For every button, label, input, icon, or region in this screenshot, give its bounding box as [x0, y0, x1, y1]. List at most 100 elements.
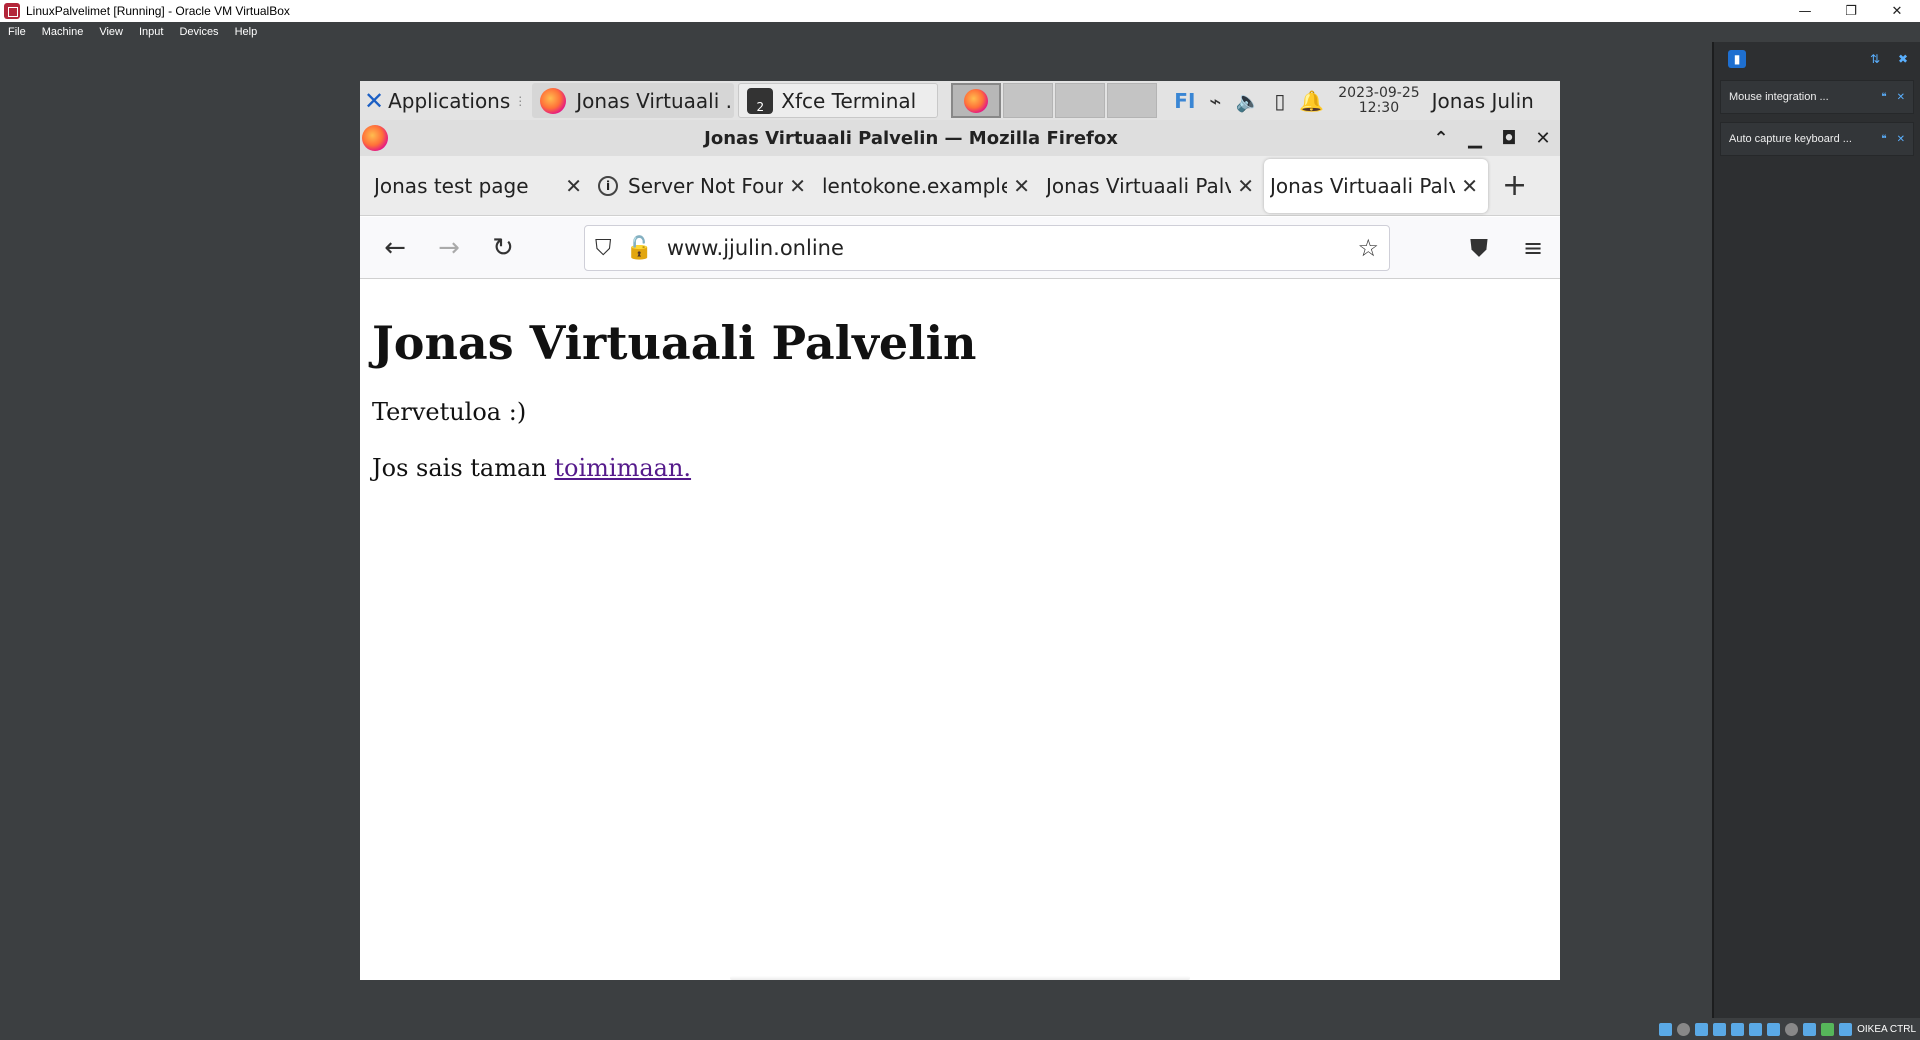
firefox-icon: [362, 125, 388, 151]
host-statusbar: OIKEA CTRL: [0, 1018, 1920, 1040]
menu-view[interactable]: View: [91, 26, 131, 38]
workspace-3[interactable]: [1055, 83, 1106, 118]
menu-file[interactable]: File: [0, 26, 34, 38]
applications-menu[interactable]: ✕ Applications ⋮: [360, 81, 530, 120]
clock[interactable]: 2023-09-25 12:30: [1338, 84, 1420, 116]
forward-button[interactable]: →: [422, 233, 476, 263]
host-menubar: File Machine View Input Devices Help: [0, 22, 1920, 42]
reload-button[interactable]: ↻: [476, 233, 530, 263]
close-icon[interactable]: ✕: [1897, 134, 1905, 145]
notification-toolbar: ▮ ⇅ ✖: [1714, 42, 1920, 76]
firefox-titlebar: Jonas Virtuaali Palvelin — Mozilla Firef…: [360, 120, 1560, 156]
bookmark-star-icon[interactable]: ☆: [1357, 234, 1379, 262]
tracking-protection-icon[interactable]: ⛉: [595, 236, 612, 261]
close-icon[interactable]: ✕: [1897, 92, 1905, 103]
minimize-button[interactable]: —: [1782, 0, 1828, 22]
notification-mouse-integration[interactable]: Mouse integration ... ❝ ✕: [1720, 80, 1914, 114]
close-tab-icon[interactable]: ✕: [565, 174, 582, 198]
optical-drive-icon[interactable]: [1677, 1022, 1691, 1036]
chevron-up-icon[interactable]: ⌃: [1424, 128, 1458, 149]
mouse-integration-icon[interactable]: [1839, 1022, 1853, 1036]
guest-additions-icon[interactable]: [1821, 1022, 1835, 1036]
hard-disk-icon[interactable]: [1659, 1022, 1673, 1036]
audio-icon[interactable]: [1695, 1022, 1709, 1036]
usb-icon[interactable]: [1731, 1022, 1745, 1036]
keyboard-layout[interactable]: FI: [1174, 89, 1195, 113]
taskbar-label: Xfce Terminal: [781, 88, 917, 113]
cpu-icon[interactable]: [1803, 1022, 1817, 1036]
pocket-icon[interactable]: ⛊: [1452, 234, 1506, 262]
firefox-icon: [964, 88, 989, 113]
system-tray: FI ⌁ 🔈 ▯ 🔔 2023-09-25 12:30: [1174, 84, 1420, 116]
tab-jonas-virtuaali-1[interactable]: Jonas Virtuaali Palvelin ✕: [1040, 159, 1264, 213]
tab-lentokone[interactable]: lentokone.example ✕: [816, 159, 1040, 213]
close-tab-icon[interactable]: ✕: [1013, 174, 1030, 198]
pin-icon[interactable]: ❝: [1881, 92, 1886, 103]
taskbar-item-terminal[interactable]: 2 Xfce Terminal: [738, 83, 939, 118]
notification-bell-icon[interactable]: 🔔: [1299, 89, 1324, 113]
minimize-icon[interactable]: ▁: [1458, 128, 1492, 149]
clock-date: 2023-09-25: [1338, 84, 1420, 101]
address-bar[interactable]: ⛉ 🔓 www.jjulin.online ☆: [584, 225, 1390, 271]
clear-all-icon[interactable]: ✖: [1894, 50, 1912, 68]
notification-auto-capture[interactable]: Auto capture keyboard ... ❝ ✕: [1720, 122, 1914, 156]
notification-center: ▮ ⇅ ✖ Mouse integration ... ❝ ✕ Auto cap…: [1712, 42, 1920, 1018]
hamburger-menu-icon[interactable]: ≡: [1506, 234, 1560, 262]
tab-jonas-test-page[interactable]: Jonas test page ✕: [368, 159, 592, 213]
body-paragraph: Jos sais taman toimimaan.: [372, 454, 1548, 482]
user-menu[interactable]: Jonas Julin: [1432, 89, 1534, 113]
window-title: Jonas Virtuaali Palvelin — Mozilla Firef…: [704, 127, 1118, 149]
separator-icon: ⋮: [514, 93, 527, 108]
workspace-2[interactable]: [1003, 83, 1054, 118]
web-page: Jonas Virtuaali Palvelin Tervetuloa :) J…: [360, 280, 1560, 980]
close-button[interactable]: ✕: [1874, 0, 1920, 22]
maximize-icon[interactable]: ◘: [1492, 128, 1526, 149]
tab-bar: Jonas test page ✕ i Server Not Found ✕ l…: [360, 156, 1560, 216]
toimimaan-link[interactable]: toimimaan.: [554, 454, 691, 482]
notification-toggle-icon[interactable]: ▮: [1728, 50, 1746, 68]
close-tab-icon[interactable]: ✕: [1237, 174, 1254, 198]
battery-icon[interactable]: ▯: [1274, 89, 1285, 113]
restore-button[interactable]: ❐: [1828, 0, 1874, 22]
tab-jonas-virtuaali-2[interactable]: Jonas Virtuaali Palvelin ✕: [1264, 158, 1488, 213]
display-icon[interactable]: [1767, 1022, 1781, 1036]
pin-icon[interactable]: ❝: [1881, 134, 1886, 145]
menu-help[interactable]: Help: [227, 26, 266, 38]
scroll-indicator: [730, 976, 1190, 980]
network-disconnected-icon[interactable]: ⌁: [1209, 89, 1221, 113]
menu-devices[interactable]: Devices: [171, 26, 226, 38]
firefox-icon: [540, 87, 567, 114]
tab-server-not-found[interactable]: i Server Not Found ✕: [592, 159, 816, 213]
close-icon[interactable]: ✕: [1526, 128, 1560, 149]
back-button[interactable]: ←: [368, 233, 422, 263]
taskbar-label: Jonas Virtuaali ...: [576, 88, 735, 113]
virtualbox-icon: [4, 3, 20, 19]
host-window-title: LinuxPalvelimet [Running] - Oracle VM Vi…: [26, 4, 290, 18]
taskbar-item-firefox[interactable]: Jonas Virtuaali ...: [532, 83, 735, 118]
applications-label: Applications: [388, 88, 511, 113]
nav-toolbar: ← → ↻ ⛉ 🔓 www.jjulin.online ☆ ⛊ ≡: [360, 217, 1560, 279]
workspace-4[interactable]: [1107, 83, 1158, 118]
volume-icon[interactable]: 🔈: [1235, 89, 1260, 113]
vm-screen[interactable]: ✕ Applications ⋮ Jonas Virtuaali ... 2 X…: [360, 81, 1560, 980]
terminal-icon: 2: [747, 87, 774, 114]
page-heading: Jonas Virtuaali Palvelin: [372, 316, 977, 370]
xfce-logo-icon: ✕: [364, 86, 385, 115]
insecure-lock-icon[interactable]: 🔓: [626, 236, 653, 261]
sort-icon[interactable]: ⇅: [1866, 50, 1884, 68]
info-icon: i: [598, 175, 618, 196]
host-key-label: OIKEA CTRL: [1857, 1023, 1916, 1035]
shared-folders-icon[interactable]: [1749, 1022, 1763, 1036]
network-icon[interactable]: [1713, 1022, 1727, 1036]
workspace-1[interactable]: [951, 83, 1002, 118]
greeting-text: Tervetuloa :): [372, 398, 527, 426]
close-tab-icon[interactable]: ✕: [789, 174, 806, 198]
close-tab-icon[interactable]: ✕: [1461, 174, 1478, 198]
new-tab-button[interactable]: +: [1502, 168, 1527, 203]
menu-machine[interactable]: Machine: [34, 26, 92, 38]
url-text[interactable]: www.jjulin.online: [667, 236, 1358, 260]
paragraph-text: Jos sais taman: [372, 454, 555, 482]
menu-input[interactable]: Input: [131, 26, 171, 38]
terminal-badge: 2: [756, 99, 765, 114]
recording-icon[interactable]: [1785, 1022, 1799, 1036]
